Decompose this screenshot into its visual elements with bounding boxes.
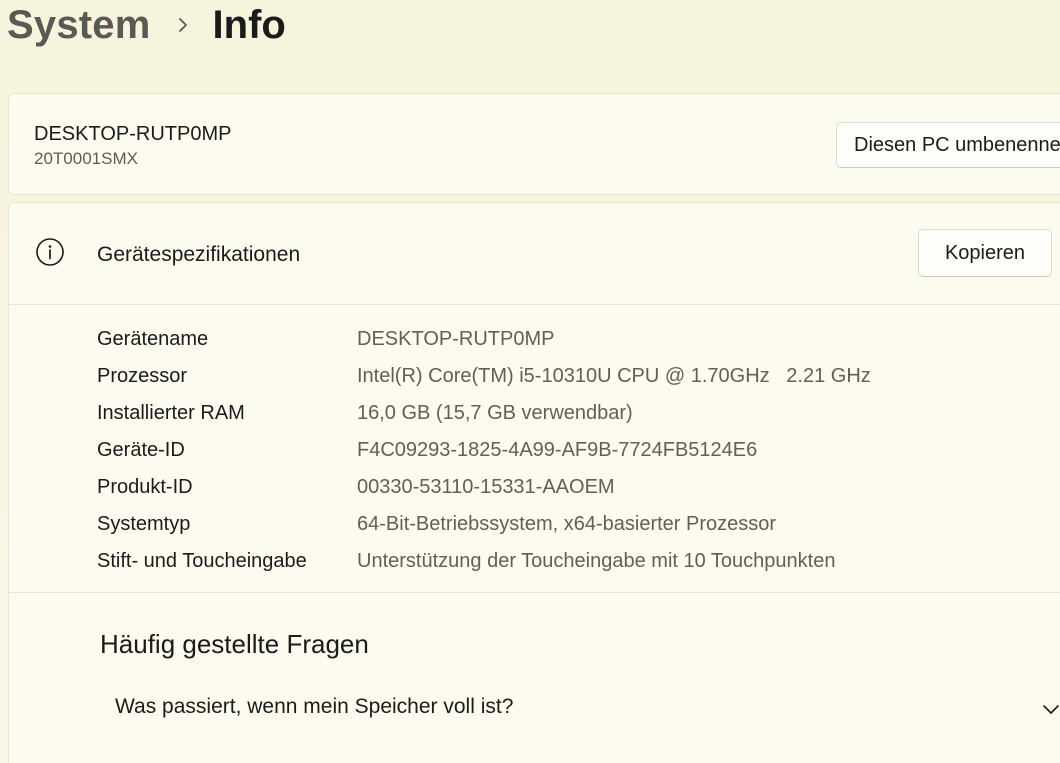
rename-pc-button[interactable]: Diesen PC umbenennen — [836, 122, 1060, 168]
spec-label: Prozessor — [97, 365, 188, 387]
spec-value: Unterstützung der Toucheingabe mit 10 To… — [357, 550, 836, 572]
device-model: 20T0001SMX — [34, 149, 138, 168]
spec-value: Intel(R) Core(TM) i5-10310U CPU @ 1.70GH… — [357, 365, 871, 387]
faq-title: Häufig gestellte Fragen — [100, 629, 369, 659]
spec-value: 16,0 GB (15,7 GB verwendbar) — [357, 402, 633, 424]
breadcrumb-system-link[interactable]: System — [7, 1, 151, 49]
section-divider — [9, 592, 1060, 593]
spec-row-ram: Installierter RAM 16,0 GB (15,7 GB verwe… — [97, 395, 871, 432]
spec-row-device-name: Gerätename DESKTOP-RUTP0MP — [97, 321, 871, 358]
spec-label: Stift- und Toucheingabe — [97, 550, 307, 572]
spec-label: Gerätename — [97, 328, 209, 350]
device-card: DESKTOP-RUTP0MP 20T0001SMX Diesen PC umb… — [8, 93, 1060, 195]
spec-row-pen-touch: Stift- und Toucheingabe Unterstützung de… — [97, 543, 871, 580]
faq-item[interactable]: Was passiert, wenn mein Speicher voll is… — [9, 681, 1060, 733]
chevron-right-icon — [171, 13, 195, 37]
spec-value: 64-Bit-Betriebssystem, x64-basierter Pro… — [357, 513, 777, 535]
device-name: DESKTOP-RUTP0MP — [34, 123, 232, 145]
spec-row-system-type: Systemtyp 64-Bit-Betriebssystem, x64-bas… — [97, 506, 871, 543]
spec-value: 00330-53110-15331-AAOEM — [357, 476, 615, 498]
spec-label: Produkt-ID — [97, 476, 193, 498]
spec-value: F4C09293-1825-4A99-AF9B-7724FB5124E6 — [357, 439, 758, 461]
spec-label: Geräte-ID — [97, 439, 185, 461]
spec-row-product-id: Produkt-ID 00330-53110-15331-AAOEM — [97, 469, 871, 506]
chevron-down-icon — [1041, 699, 1060, 719]
specs-title: Gerätespezifikationen — [97, 243, 301, 266]
spec-value: DESKTOP-RUTP0MP — [357, 328, 555, 350]
breadcrumb: System Info — [7, 0, 286, 50]
spec-label: Systemtyp — [97, 513, 191, 535]
spec-row-processor: Prozessor Intel(R) Core(TM) i5-10310U CP… — [97, 358, 871, 395]
info-icon — [35, 237, 65, 267]
spec-label: Installierter RAM — [97, 402, 245, 424]
spec-list: Gerätename DESKTOP-RUTP0MP Prozessor Int… — [97, 321, 871, 580]
page-title: Info — [212, 3, 286, 47]
device-specs-card: Gerätespezifikationen Kopieren Gerätenam… — [8, 202, 1060, 763]
specs-header[interactable]: Gerätespezifikationen Kopieren — [9, 203, 1060, 305]
faq-question: Was passiert, wenn mein Speicher voll is… — [115, 695, 514, 718]
copy-specs-button[interactable]: Kopieren — [918, 229, 1052, 277]
spec-row-device-id: Geräte-ID F4C09293-1825-4A99-AF9B-7724FB… — [97, 432, 871, 469]
